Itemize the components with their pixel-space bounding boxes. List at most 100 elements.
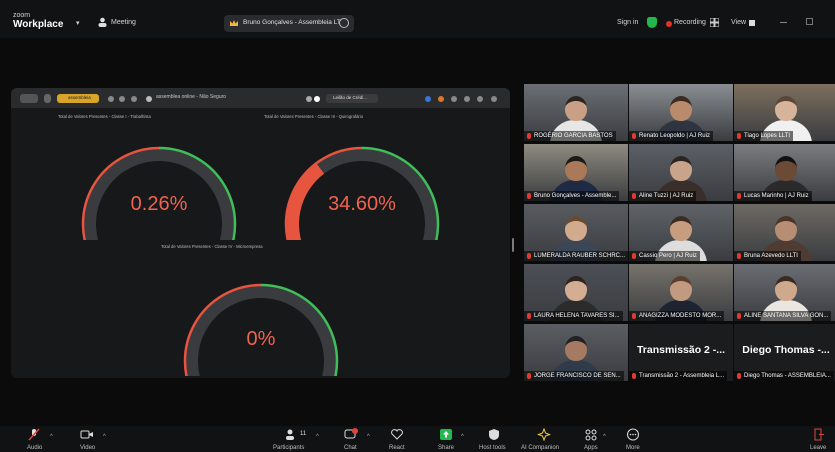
participant-tile[interactable]: Lucas Marinho | AJ Ruiz — [734, 144, 835, 201]
more-label: More — [626, 445, 640, 451]
forward-icon — [119, 96, 125, 102]
muted-mic-icon — [737, 133, 741, 139]
browser-tab-2-label: Leilão de Crédi... — [333, 95, 368, 100]
muted-mic-icon — [737, 193, 741, 199]
muted-mic-icon — [632, 313, 636, 319]
extension-4-icon — [464, 96, 470, 102]
heart-react-icon — [391, 429, 403, 440]
sign-in-button[interactable]: Sign in — [617, 19, 638, 26]
participant-tile[interactable]: Renato Leopoldo | AJ Ruiz — [629, 84, 733, 141]
host-crown-icon — [230, 20, 238, 26]
maximize-icon[interactable] — [806, 18, 813, 25]
muted-mic-icon — [527, 313, 531, 319]
participants-label: Participants — [273, 445, 305, 451]
muted-mic-icon — [737, 313, 741, 319]
meeting-info-icon[interactable] — [339, 18, 349, 28]
participant-name-label: Diego Thomas - ASSEMBLEIA... — [734, 371, 834, 381]
participants-icon — [286, 429, 294, 440]
ai-companion-label: AI Companion — [521, 445, 560, 451]
participant-name-label: Renato Leopoldo | AJ Ruiz — [629, 131, 713, 141]
participant-display-name: Transmissão 2 -... — [636, 344, 726, 356]
participant-head — [565, 336, 587, 361]
participant-tile[interactable]: Tiago Lopes LLTI — [734, 84, 835, 141]
participant-head — [670, 96, 692, 121]
audio-label: Audio — [27, 445, 43, 451]
tab-overview-icon — [44, 94, 51, 103]
participant-name-label: Cassio Pero | AJ Ruiz — [629, 251, 700, 261]
participants-options-chevron-icon[interactable]: ^ — [316, 434, 319, 440]
gauge-1-title: Total de Valores Presentes - Classe I - … — [58, 114, 151, 119]
react-label: React — [389, 445, 405, 451]
top-bar: zoom Workplace ▾ Meeting Bruno Gonçalves… — [0, 0, 835, 38]
minimize-icon[interactable] — [780, 22, 787, 23]
reader-icon — [306, 96, 312, 102]
participants-count: 11 — [300, 431, 307, 437]
extension-icon — [425, 96, 431, 102]
participant-tile[interactable]: Transmissão 2 -... Transmissão 2 - Assemb… — [629, 324, 733, 381]
gauge-1-value: 0.26% — [130, 193, 188, 215]
participant-name-label: LAURA HELENA TAVARES SI... — [524, 311, 623, 321]
muted-mic-icon — [527, 373, 531, 379]
meeting-title-pill[interactable]: Bruno Gonçalves - Assembleia LT — [224, 15, 354, 32]
muted-mic-icon — [527, 193, 531, 199]
participant-head — [565, 156, 587, 181]
view-button[interactable]: View — [731, 19, 746, 26]
participant-tile[interactable]: LAURA HELENA TAVARES SI... — [524, 264, 628, 321]
star-icon — [131, 96, 137, 102]
share-options-chevron-icon[interactable]: ^ — [461, 434, 464, 440]
participant-tile[interactable]: Cassio Pero | AJ Ruiz — [629, 204, 733, 261]
browser-url: assemblea online - Não Seguro — [156, 94, 227, 100]
recording-label[interactable]: Recording — [674, 19, 706, 26]
video-label: Video — [80, 445, 96, 451]
host-tools-label: Host tools — [479, 445, 506, 451]
gauge-3-title: Total de Valores Presentes - Classe IV -… — [161, 244, 263, 249]
participant-tile[interactable]: ALINE SANTANA SILVA GON... — [734, 264, 835, 321]
video-camera-icon — [80, 430, 93, 439]
split-divider-handle[interactable] — [512, 238, 514, 252]
participant-tile[interactable]: JORGE FRANCISCO DE SEN... — [524, 324, 628, 381]
participant-head — [565, 96, 587, 121]
apps-label: Apps — [584, 445, 598, 451]
apps-grid-icon — [585, 429, 597, 441]
muted-mic-icon — [632, 373, 636, 379]
leave-door-icon — [814, 428, 824, 441]
video-options-chevron-icon[interactable]: ^ — [103, 434, 106, 440]
extension-3-icon — [451, 96, 457, 102]
audio-options-chevron-icon[interactable]: ^ — [50, 434, 53, 440]
chat-bubble-icon — [344, 428, 358, 439]
chat-options-chevron-icon[interactable]: ^ — [367, 434, 370, 440]
extension-2-icon — [438, 96, 444, 102]
participant-name-label: ALINE SANTANA SILVA GON... — [734, 311, 832, 321]
participant-head — [775, 156, 797, 181]
participant-head — [670, 216, 692, 241]
more-dots-icon — [627, 428, 639, 441]
toggle-icon — [314, 96, 320, 102]
muted-mic-icon — [632, 253, 636, 259]
participant-tile[interactable]: LUMERALDA RAUBER SCHRC... — [524, 204, 628, 261]
participant-gallery: ROGÉRIO GARCIA BASTOS Renato Leopoldo | A… — [521, 84, 835, 384]
apps-options-chevron-icon[interactable]: ^ — [603, 434, 606, 440]
meeting-menu-label[interactable]: Meeting — [111, 19, 136, 26]
browser-tab-label: assembleia — [68, 95, 91, 100]
participant-tile[interactable]: Diego Thomas -... Diego Thomas - ASSEMBLE… — [734, 324, 835, 381]
participant-tile[interactable]: ROGÉRIO GARCIA BASTOS — [524, 84, 628, 141]
host-tools-shield-icon — [489, 429, 499, 440]
participant-name-label: LUMERALDA RAUBER SCHRC... — [524, 251, 628, 261]
logo-dropdown-chevron-icon[interactable]: ▾ — [76, 19, 80, 27]
lock-icon — [146, 96, 152, 102]
view-layout-icon[interactable] — [749, 20, 755, 26]
participant-tile[interactable]: Bruno Gonçalves - Assemble... — [524, 144, 628, 201]
zoom-logo: zoom Workplace — [13, 11, 63, 30]
grid-view-icon[interactable] — [710, 18, 719, 27]
participant-tile[interactable]: Aline Tuzzi | AJ Ruiz — [629, 144, 733, 201]
participant-head — [565, 216, 587, 241]
gauge-2-title: Total de Valores Presentes - Classe III … — [264, 114, 364, 119]
meeting-people-icon[interactable] — [97, 17, 108, 28]
chat-label: Chat — [344, 445, 357, 451]
security-shield-icon[interactable] — [647, 17, 657, 28]
muted-mic-icon — [527, 133, 531, 139]
participant-tile[interactable]: ANAGIZZA MODESTO MOR... — [629, 264, 733, 321]
participant-tile[interactable]: Bruna Azevedo LLTI — [734, 204, 835, 261]
muted-mic-icon — [632, 133, 636, 139]
muted-mic-icon — [737, 253, 741, 259]
